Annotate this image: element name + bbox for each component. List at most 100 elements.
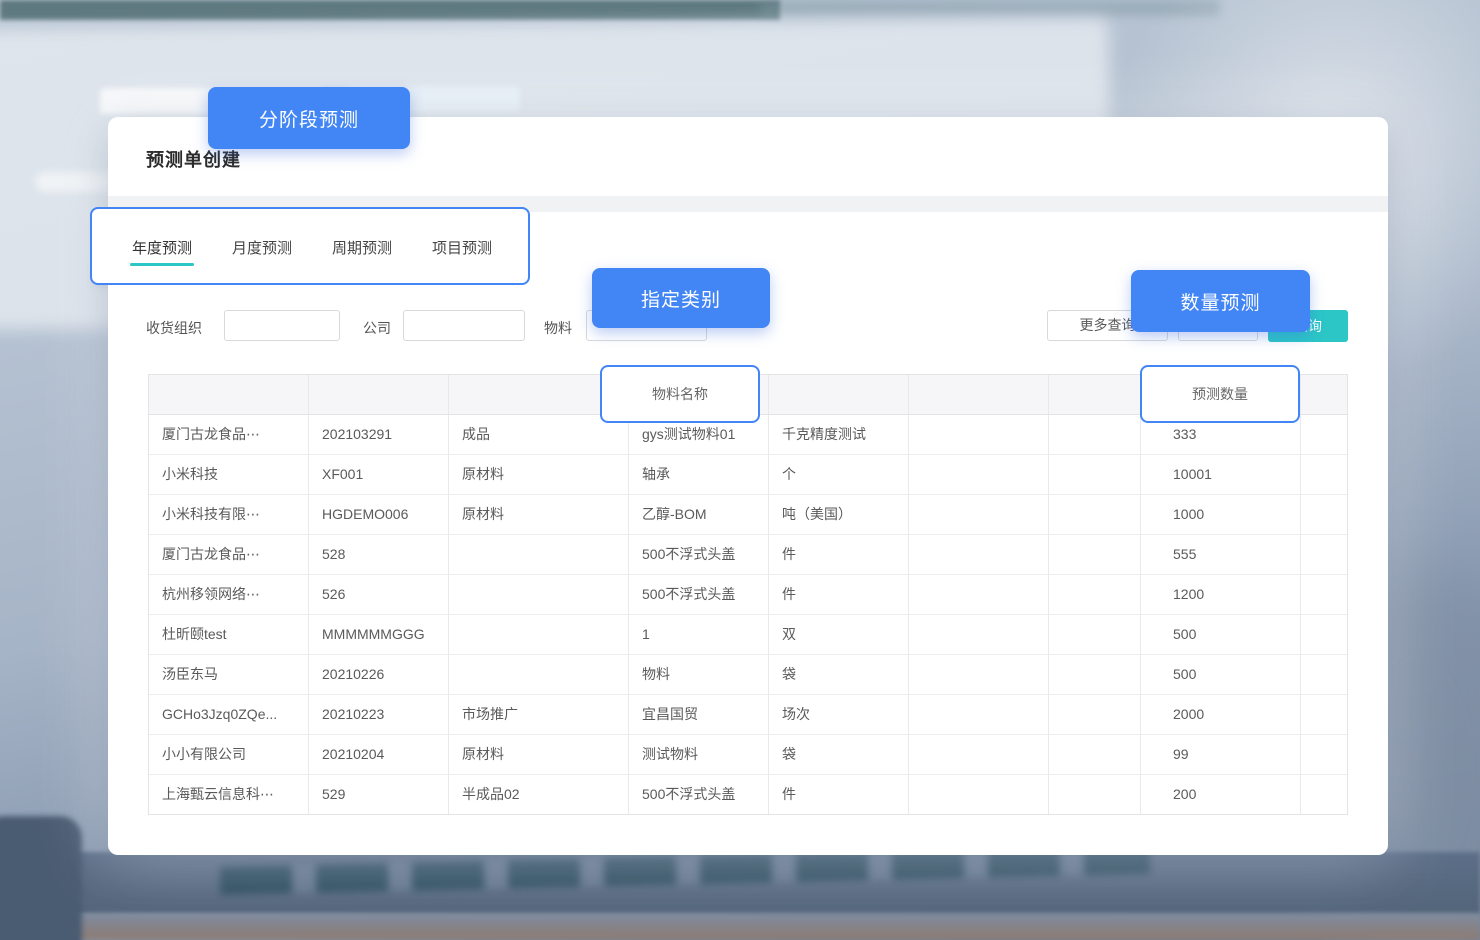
- table-cell: 厦门古龙食品⋯: [149, 415, 309, 454]
- table-cell: 528: [309, 535, 449, 574]
- tab-label: 项目预测: [432, 240, 492, 257]
- table-row[interactable]: 杭州移领网络⋯526500不浮式头盖件1200: [149, 575, 1347, 615]
- table-cell: 件: [769, 535, 909, 574]
- table-cell: [1301, 415, 1347, 454]
- table-cell: 10001: [1141, 455, 1301, 494]
- table-cell: 202103291: [309, 415, 449, 454]
- table-cell: 20210223: [309, 695, 449, 734]
- table-cell: 99: [1141, 735, 1301, 774]
- table-cell: 500不浮式头盖: [629, 775, 769, 814]
- table-cell: [1301, 455, 1347, 494]
- table-cell: 汤臣东马: [149, 655, 309, 694]
- company-input[interactable]: [403, 310, 525, 341]
- tab-label: 周期预测: [332, 240, 392, 257]
- table-cell: 500: [1141, 655, 1301, 694]
- screen: 预测单创建 年度预测 月度预测 周期预测: [0, 0, 1480, 940]
- table-cell: 市场推广: [449, 695, 629, 734]
- table-cell: [909, 575, 1049, 614]
- table-cell: 20210204: [309, 735, 449, 774]
- table-cell: [449, 575, 629, 614]
- tab-item[interactable]: 月度预测: [230, 237, 294, 258]
- quantity-forecast-badge: 数量预测: [1131, 270, 1310, 332]
- table-cell: 1: [629, 615, 769, 654]
- table-cell: [909, 535, 1049, 574]
- receiving-org-input[interactable]: [224, 310, 340, 341]
- table-row[interactable]: 上海甄云信息科⋯529半成品02500不浮式头盖件 200: [149, 775, 1347, 814]
- table-body: 厦门古龙食品⋯202103291成品gys测试物料01千克精度测试333 小米科…: [149, 415, 1347, 814]
- phase-forecast-badge: 分阶段预测: [208, 87, 410, 149]
- table-header-cell: [309, 375, 449, 414]
- table-cell: 杜昕颐test: [149, 615, 309, 654]
- table-cell: 1200: [1141, 575, 1301, 614]
- table-cell: [449, 655, 629, 694]
- table-cell: [1301, 735, 1347, 774]
- table-row[interactable]: 小米科技XF001原材料轴承个10001: [149, 455, 1347, 495]
- background-menubar: [0, 0, 780, 20]
- background-desk: [0, 914, 1480, 940]
- table-cell: [1301, 575, 1347, 614]
- table-cell: [1049, 495, 1141, 534]
- table-cell: 半成品02: [449, 775, 629, 814]
- table-cell: 上海甄云信息科⋯: [149, 775, 309, 814]
- table-cell: 乙醇-BOM: [629, 495, 769, 534]
- table-cell: [1301, 695, 1347, 734]
- table-cell: [1049, 535, 1141, 574]
- table-cell: 袋: [769, 735, 909, 774]
- table-cell: [1301, 775, 1347, 814]
- table-cell: [1301, 495, 1347, 534]
- table-row[interactable]: 小米科技有限⋯HGDEMO006原材料乙醇-BOM吨（美国）1000: [149, 495, 1347, 535]
- table-cell: [449, 535, 629, 574]
- table-cell: XF001: [309, 455, 449, 494]
- material-label: 物料: [544, 318, 572, 338]
- table-cell: 件: [769, 775, 909, 814]
- table-cell: [1301, 615, 1347, 654]
- table-cell: 500不浮式头盖: [629, 575, 769, 614]
- table-cell: 529: [309, 775, 449, 814]
- table-cell: [909, 455, 1049, 494]
- forecast-tabs: 年度预测 月度预测 周期预测 项目预测: [130, 237, 494, 258]
- table-cell: 厦门古龙食品⋯: [149, 535, 309, 574]
- table-cell: 原材料: [449, 495, 629, 534]
- table-cell: MMMMMMGGG: [309, 615, 449, 654]
- company-label: 公司: [363, 318, 391, 338]
- table-header-cell: [1049, 375, 1141, 414]
- table-cell: [1049, 415, 1141, 454]
- table-cell: 555: [1141, 535, 1301, 574]
- table-cell: HGDEMO006: [309, 495, 449, 534]
- table-row[interactable]: 厦门古龙食品⋯528500不浮式头盖件555: [149, 535, 1347, 575]
- table-cell: 200: [1141, 775, 1301, 814]
- table-row[interactable]: GCHo3Jzq0ZQe...20210223市场推广宜昌国贸场次2000: [149, 695, 1347, 735]
- table-header-cell: [149, 375, 309, 414]
- table-cell: 500: [1141, 615, 1301, 654]
- table-cell: [1049, 655, 1141, 694]
- table-cell: [909, 655, 1049, 694]
- table-cell: 20210226: [309, 655, 449, 694]
- table-cell: 2000: [1141, 695, 1301, 734]
- tab-label: 月度预测: [232, 240, 292, 257]
- table-cell: [909, 495, 1049, 534]
- table-cell: 双: [769, 615, 909, 654]
- tab-label: 年度预测: [132, 240, 192, 257]
- tabs-highlight-box: 年度预测 月度预测 周期预测 项目预测: [90, 207, 530, 285]
- tab-item[interactable]: 周期预测: [330, 237, 394, 258]
- table-cell: [1049, 455, 1141, 494]
- table-cell: 1000: [1141, 495, 1301, 534]
- table-cell: [909, 735, 1049, 774]
- page-title: 预测单创建: [146, 146, 241, 172]
- table-cell: 小米科技有限⋯: [149, 495, 309, 534]
- table-cell: GCHo3Jzq0ZQe...: [149, 695, 309, 734]
- table-cell: 物料: [629, 655, 769, 694]
- table-row[interactable]: 小小有限公司20210204原材料测试物料袋99: [149, 735, 1347, 775]
- table-cell: 原材料: [449, 455, 629, 494]
- table-row[interactable]: 汤臣东马20210226物料袋500: [149, 655, 1347, 695]
- table-header-cell: [1301, 375, 1347, 414]
- forecast-qty-highlight-box: 预测数量: [1140, 365, 1300, 423]
- tab-item[interactable]: 年度预测: [130, 237, 194, 258]
- active-tab-underline: [130, 263, 194, 266]
- table-row[interactable]: 杜昕颐testMMMMMMGGG 1双 500: [149, 615, 1347, 655]
- table-cell: [1049, 575, 1141, 614]
- tab-item[interactable]: 项目预测: [430, 237, 494, 258]
- table-cell: 件: [769, 575, 909, 614]
- table-cell: 轴承: [629, 455, 769, 494]
- background-phone: [0, 816, 82, 940]
